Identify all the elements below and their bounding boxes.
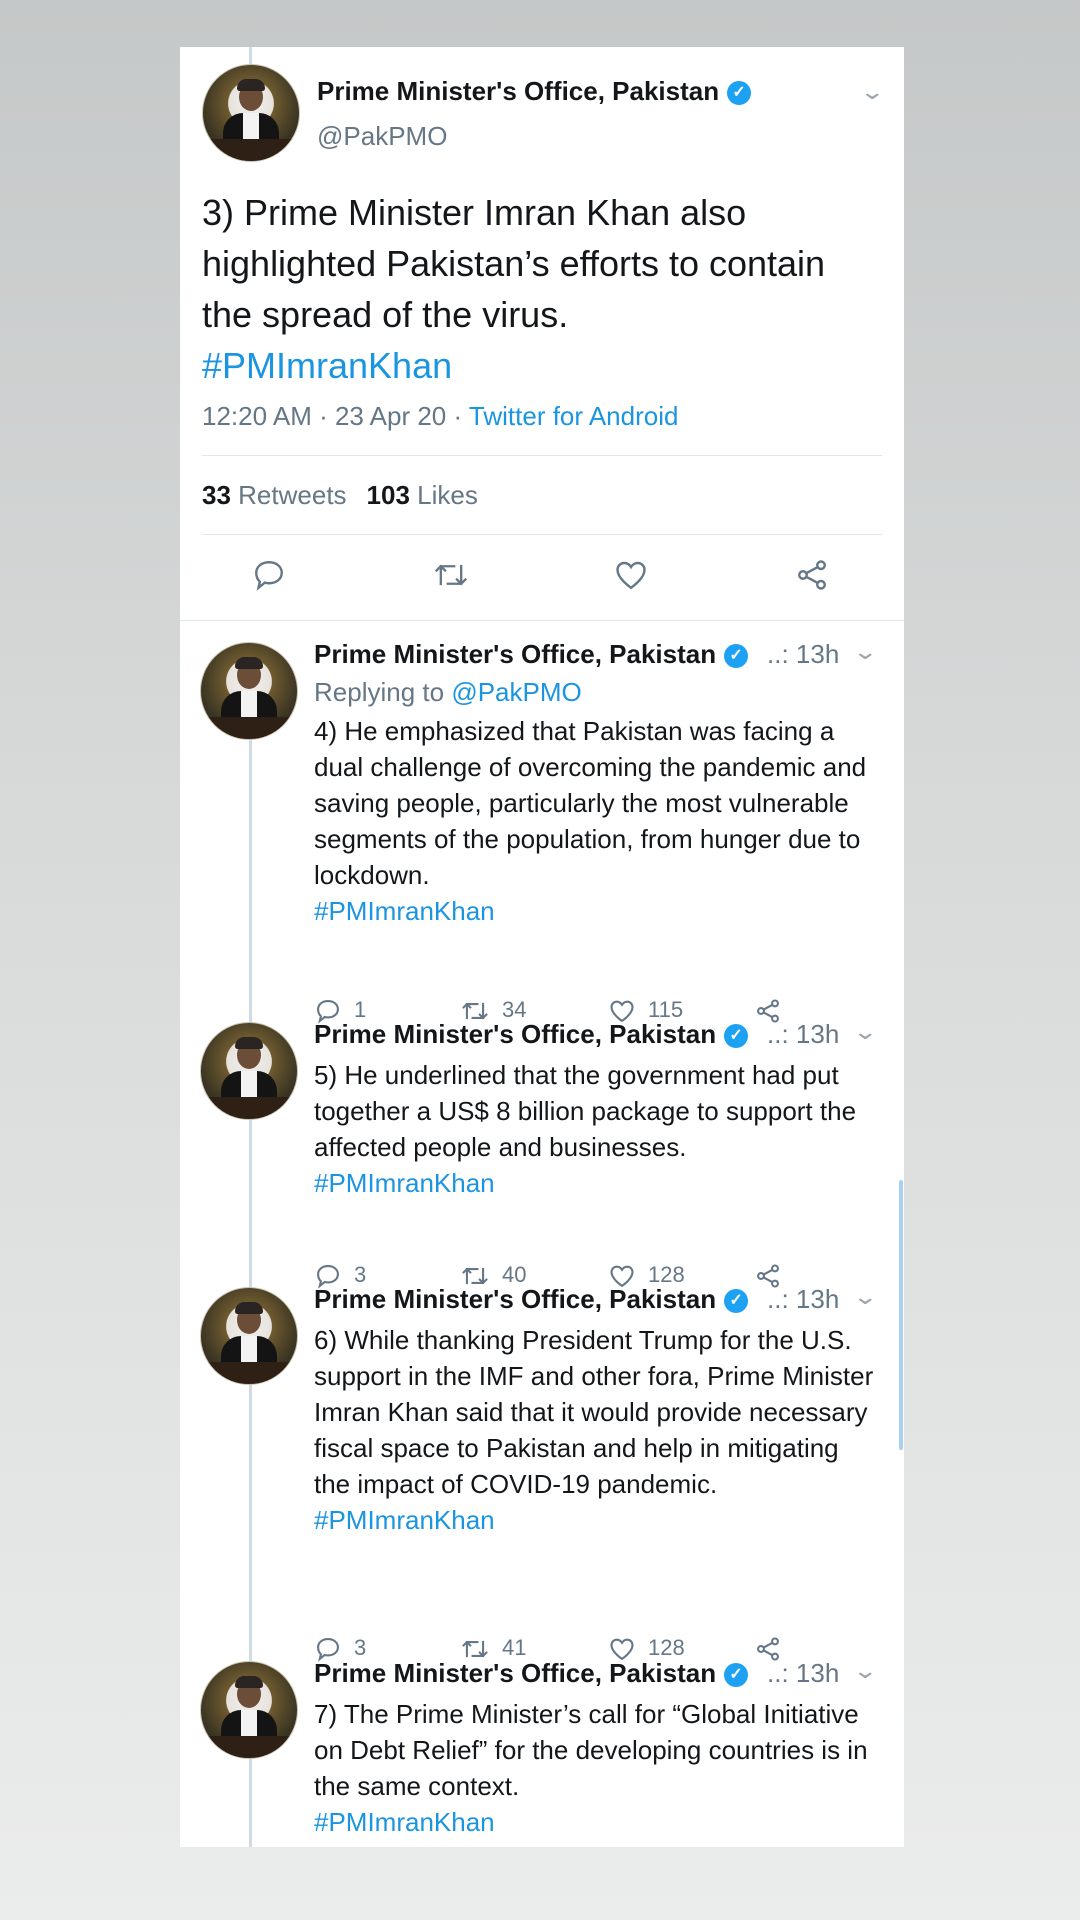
reply-text: 4) He emphasized that Pakistan was facin…: [314, 713, 880, 929]
reply-body: 5) He underlined that the government had…: [314, 1060, 857, 1162]
retweets-stat[interactable]: 33 Retweets: [202, 480, 347, 510]
retweets-count: 33: [202, 480, 231, 510]
avatar[interactable]: [200, 642, 298, 740]
likes-label: Likes: [417, 480, 478, 510]
author-name-text: Prime Minister's Office, Pakistan: [314, 639, 717, 669]
avatar[interactable]: [200, 1287, 298, 1385]
divider: [202, 455, 882, 456]
chevron-down-icon[interactable]: ⌄: [852, 639, 878, 665]
like-icon[interactable]: [613, 557, 649, 598]
reply-author-name[interactable]: Prime Minister's Office, Pakistan ✓: [314, 639, 749, 670]
author-name-text: Prime Minister's Office, Pakistan: [314, 1019, 717, 1049]
reply-timestamp: ..: 13h: [767, 1019, 840, 1049]
replying-to-label: Replying to: [314, 677, 452, 707]
reply-author-name[interactable]: Prime Minister's Office, Pakistan ✓: [314, 1019, 749, 1050]
thread-line: [249, 47, 252, 64]
engagement-counts: 33 Retweets 103 Likes: [202, 480, 478, 511]
avatar[interactable]: [200, 1022, 298, 1120]
scrollbar[interactable]: [899, 1180, 903, 1450]
retweet-icon[interactable]: [432, 559, 470, 596]
reply-body: 4) He emphasized that Pakistan was facin…: [314, 716, 867, 890]
author-handle[interactable]: @PakPMO: [317, 121, 447, 152]
hashtag-link[interactable]: #PMImranKhan: [314, 893, 880, 929]
reply-timestamp: ..: 13h: [767, 639, 840, 669]
reply-text: 7) The Prime Minister’s call for “Global…: [314, 1696, 880, 1840]
reply-text: 5) He underlined that the government had…: [314, 1057, 880, 1201]
divider: [202, 534, 882, 535]
reply-timestamp: ..: 13h: [767, 1284, 840, 1314]
replying-to-handle[interactable]: @PakPMO: [451, 677, 581, 707]
like-count: 128: [648, 1635, 685, 1660]
tweet-thread-card: Prime Minister's Office, Pakistan ✓ @PakP…: [180, 47, 904, 1847]
chevron-down-icon[interactable]: ⌄: [852, 1284, 878, 1310]
likes-count: 103: [366, 480, 410, 510]
divider: [180, 620, 904, 621]
share-icon[interactable]: [794, 557, 830, 598]
reply-body: 6) While thanking President Trump for th…: [314, 1325, 874, 1499]
avatar[interactable]: [202, 64, 300, 162]
thread-line: [249, 1757, 252, 1847]
author-name[interactable]: Prime Minister's Office, Pakistan ✓: [317, 76, 752, 107]
hashtag-link[interactable]: #PMImranKhan: [314, 1804, 880, 1840]
chevron-down-icon[interactable]: ⌄: [859, 79, 885, 105]
likes-stat[interactable]: 103 Likes: [367, 480, 478, 510]
hashtag-link[interactable]: #PMImranKhan: [314, 1502, 880, 1538]
chevron-down-icon[interactable]: ⌄: [852, 1658, 878, 1684]
hashtag-link[interactable]: #PMImranKhan: [202, 340, 862, 391]
tweet-body: 3) Prime Minister Imran Khan also highli…: [202, 192, 826, 335]
tweet-timestamp: 12:20 AM · 23 Apr 20 ·: [202, 401, 469, 431]
verified-badge-icon: ✓: [724, 1289, 749, 1314]
reply-timestamp: ..: 13h: [767, 1658, 840, 1688]
verified-badge-icon: ✓: [727, 81, 752, 106]
hashtag-link[interactable]: #PMImranKhan: [314, 1165, 880, 1201]
reply-body: 7) The Prime Minister’s call for “Global…: [314, 1699, 868, 1801]
thread-line: [249, 1383, 252, 1705]
reply-text: 6) While thanking President Trump for th…: [314, 1322, 880, 1538]
avatar[interactable]: [200, 1661, 298, 1759]
reply-icon[interactable]: [251, 557, 287, 598]
tweet-text: 3) Prime Minister Imran Khan also highli…: [202, 187, 862, 391]
tweet-source-link[interactable]: Twitter for Android: [469, 401, 679, 431]
retweets-label: Retweets: [238, 480, 347, 510]
verified-badge-icon: ✓: [724, 1024, 749, 1049]
retweet-count: 41: [502, 1635, 527, 1660]
thread-line: [249, 737, 252, 1067]
reply-count: 3: [354, 1635, 367, 1660]
replying-to: Replying to @PakPMO: [314, 677, 582, 708]
author-name-text: Prime Minister's Office, Pakistan: [314, 1658, 717, 1688]
verified-badge-icon: ✓: [724, 644, 749, 669]
reply-author-name[interactable]: Prime Minister's Office, Pakistan ✓: [314, 1284, 749, 1315]
author-name-text: Prime Minister's Office, Pakistan: [314, 1284, 717, 1314]
reply-author-name[interactable]: Prime Minister's Office, Pakistan ✓: [314, 1658, 749, 1689]
tweet-meta: 12:20 AM · 23 Apr 20 · Twitter for Andro…: [202, 401, 678, 432]
verified-badge-icon: ✓: [724, 1663, 749, 1688]
author-name-text: Prime Minister's Office, Pakistan: [317, 76, 720, 106]
chevron-down-icon[interactable]: ⌄: [852, 1019, 878, 1045]
